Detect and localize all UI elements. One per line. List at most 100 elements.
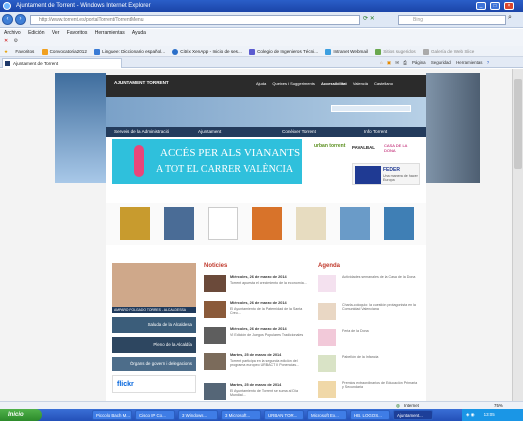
menu-pagina[interactable]: Página bbox=[412, 60, 426, 65]
news-item[interactable]: Miércoles, 26 de marzo de 2014 VI Edició… bbox=[202, 325, 312, 347]
hero-image bbox=[106, 97, 426, 127]
maximize-button[interactable]: □ bbox=[490, 2, 500, 10]
address-input[interactable]: http://www.torrent.es/portalTorrent/Torr… bbox=[30, 15, 360, 25]
scrollbar-thumb[interactable] bbox=[514, 79, 522, 169]
agenda-item[interactable]: Charla-coloquio: la cuestión protagonist… bbox=[316, 301, 420, 323]
tools-icon[interactable]: ⚙ bbox=[14, 38, 18, 44]
saluda-link[interactable]: Saluda de la Alcaldesa bbox=[112, 317, 196, 333]
feder-label: FEDER bbox=[383, 167, 400, 173]
news-date: Miércoles, 26 de marzo de 2014 bbox=[230, 275, 287, 279]
banner-line-2: A TOT EL CARRER VALÈNCIA bbox=[156, 164, 294, 175]
nav-accessibilitat[interactable]: Accessibilitat bbox=[321, 81, 347, 86]
nav-coneixer[interactable]: Conèixer Torrent bbox=[282, 127, 316, 137]
taskbar-item[interactable]: Piccolo Bach M... bbox=[92, 410, 132, 420]
nav-valencia[interactable]: Valencià bbox=[353, 81, 368, 86]
agenda-item[interactable]: Actividades semanales de la Casa de la D… bbox=[316, 273, 420, 295]
flickr-box[interactable]: flickr bbox=[112, 375, 196, 393]
site-search-input[interactable] bbox=[331, 105, 411, 112]
minimize-button[interactable]: _ bbox=[476, 2, 486, 10]
vertical-scrollbar[interactable] bbox=[512, 69, 523, 409]
news-item[interactable]: Miércoles, 26 de marzo de 2014 El Ayunta… bbox=[202, 299, 312, 321]
news-thumbnail bbox=[204, 353, 226, 370]
taskbar-item[interactable]: 3 Microsoft... bbox=[221, 410, 261, 420]
partner-pavalbal[interactable]: PAVALBAL bbox=[352, 145, 375, 150]
favorite-link[interactable]: Sitios sugeridos bbox=[375, 48, 416, 55]
back-button[interactable]: ‹ bbox=[2, 14, 13, 25]
taskbar-item[interactable]: 3 Windows... bbox=[178, 410, 218, 420]
favorite-link[interactable]: Convocatoria2012 bbox=[41, 48, 87, 55]
agenda-column: Agenda Actividades semanales de la Casa … bbox=[316, 263, 420, 409]
news-item[interactable]: Martes, 25 de marzo de 2014 El Ayuntamie… bbox=[202, 381, 312, 403]
news-item[interactable]: Martes, 25 de marzo de 2014 Torrent part… bbox=[202, 351, 312, 373]
nav-ajuntament[interactable]: Ajuntament bbox=[198, 127, 221, 137]
tile-fidc[interactable] bbox=[120, 207, 150, 240]
home-icon[interactable]: ⌂ bbox=[380, 60, 383, 65]
partner-casa-dona[interactable]: CASA DE LA DONA bbox=[384, 143, 418, 153]
help-icon[interactable]: ? bbox=[487, 60, 489, 65]
menu-herramientas[interactable]: Herramientas bbox=[95, 30, 125, 36]
menu-archivo[interactable]: Archivo bbox=[4, 30, 21, 36]
taskbar-item-active[interactable]: Ajuntament... bbox=[393, 410, 433, 420]
tile-more[interactable] bbox=[384, 207, 414, 240]
pedestrian-figure bbox=[134, 145, 144, 177]
close-button[interactable]: × bbox=[504, 2, 514, 10]
nav-castellano[interactable]: Castellano bbox=[374, 81, 393, 86]
agenda-item[interactable]: Feria de la Dona bbox=[316, 327, 420, 349]
favorite-link[interactable]: Intranet Webmail bbox=[325, 48, 368, 55]
taskbar-item[interactable]: HB. LOGOS... bbox=[350, 410, 390, 420]
tile-tools[interactable] bbox=[252, 207, 282, 240]
mail-icon[interactable]: ✉ bbox=[395, 60, 399, 65]
small-toolbar: ✕ ⚙ bbox=[0, 37, 523, 46]
menu-seguridad[interactable]: Seguridad bbox=[431, 60, 451, 65]
news-column: Noticies Miércoles, 26 de marzo de 2014 … bbox=[202, 263, 312, 409]
start-button[interactable]: Inicio bbox=[0, 409, 42, 421]
nav-ajuda[interactable]: Ajuda bbox=[256, 81, 266, 86]
agenda-item[interactable]: Premios extraordinarios de Educación Pri… bbox=[316, 379, 420, 401]
taskbar-item[interactable]: URBAN TOR... bbox=[264, 410, 304, 420]
clock: 13:05 bbox=[483, 412, 495, 417]
menu-ayuda[interactable]: Ayuda bbox=[132, 30, 146, 36]
menu-herramientas-cmd[interactable]: Herramientas bbox=[456, 60, 482, 65]
partner-urban[interactable]: urban torrent bbox=[314, 143, 345, 149]
tile-info[interactable] bbox=[340, 207, 370, 240]
mayor-photo bbox=[112, 263, 196, 311]
menu-favoritos[interactable]: Favoritos bbox=[67, 30, 88, 36]
tile-services[interactable] bbox=[296, 207, 326, 240]
feeds-icon[interactable]: ▣ bbox=[387, 60, 391, 65]
tab-ajuntament[interactable]: Ajuntament de Torrent bbox=[2, 58, 122, 68]
site-container: AJUNTAMENT TORRENT Ajuda Queixes i Sugge… bbox=[106, 75, 426, 409]
flickr-label: flickr bbox=[117, 381, 134, 388]
news-item[interactable]: Miércoles, 26 de marzo de 2014 Torrent a… bbox=[202, 273, 312, 295]
tray-icons[interactable]: ◈ ◉ bbox=[466, 412, 474, 417]
tile-seu-electronica[interactable] bbox=[208, 207, 238, 240]
left-column: AMPARO FOLGADO TORRES - ALCALDESSA Salud… bbox=[112, 263, 196, 403]
favorite-link[interactable]: Citrix XenApp - Inicio de ses... bbox=[172, 48, 242, 55]
favorite-link[interactable]: Colegio de Ingenieros Técni... bbox=[249, 48, 318, 55]
organs-link[interactable]: Òrgans de govern i delegacions bbox=[112, 357, 196, 371]
agenda-item[interactable]: Pabellón de la Infancia bbox=[316, 353, 420, 375]
site-header: AJUNTAMENT TORRENT Ajuda Queixes i Sugge… bbox=[106, 75, 426, 97]
site-logo[interactable]: AJUNTAMENT TORRENT bbox=[114, 80, 169, 85]
nav-queixes[interactable]: Queixes i Suggeriments bbox=[272, 81, 314, 86]
close-x-icon[interactable]: ✕ bbox=[4, 38, 8, 44]
tile-010[interactable] bbox=[164, 207, 194, 240]
search-input[interactable]: Bing bbox=[398, 15, 506, 25]
forward-button[interactable]: › bbox=[15, 14, 26, 25]
agenda-thumbnail bbox=[318, 303, 336, 320]
menu-ver[interactable]: Ver bbox=[52, 30, 60, 36]
feder-box[interactable]: FEDER Una manera de hacer Europa bbox=[352, 163, 420, 185]
nav-info[interactable]: Info Torrent bbox=[364, 127, 387, 137]
print-icon[interactable]: ⎙ bbox=[403, 60, 407, 65]
favorites-button[interactable]: Favoritos bbox=[15, 49, 34, 54]
favorite-link[interactable]: Galería de Web Slice bbox=[422, 48, 474, 55]
taskbar-item[interactable]: Cisco IP Co... bbox=[135, 410, 175, 420]
menu-edicion[interactable]: Edición bbox=[28, 30, 44, 36]
favorites-star-icon[interactable]: ★ bbox=[4, 49, 8, 54]
refresh-stop-buttons[interactable]: ⟳ ✕ bbox=[363, 15, 395, 25]
search-icon[interactable]: ⌕ bbox=[508, 14, 512, 22]
favorite-link[interactable]: Linguee: Diccionario español... bbox=[94, 48, 165, 55]
pleno-link[interactable]: Pleno de la Alcaldía bbox=[112, 337, 196, 353]
promo-banner[interactable]: ACCÉS PER ALS VIANANTS A TOT EL CARRER V… bbox=[112, 139, 302, 184]
nav-serveis[interactable]: Serveis de la Administració bbox=[114, 127, 169, 137]
taskbar-item[interactable]: Microsoft Ex... bbox=[307, 410, 347, 420]
